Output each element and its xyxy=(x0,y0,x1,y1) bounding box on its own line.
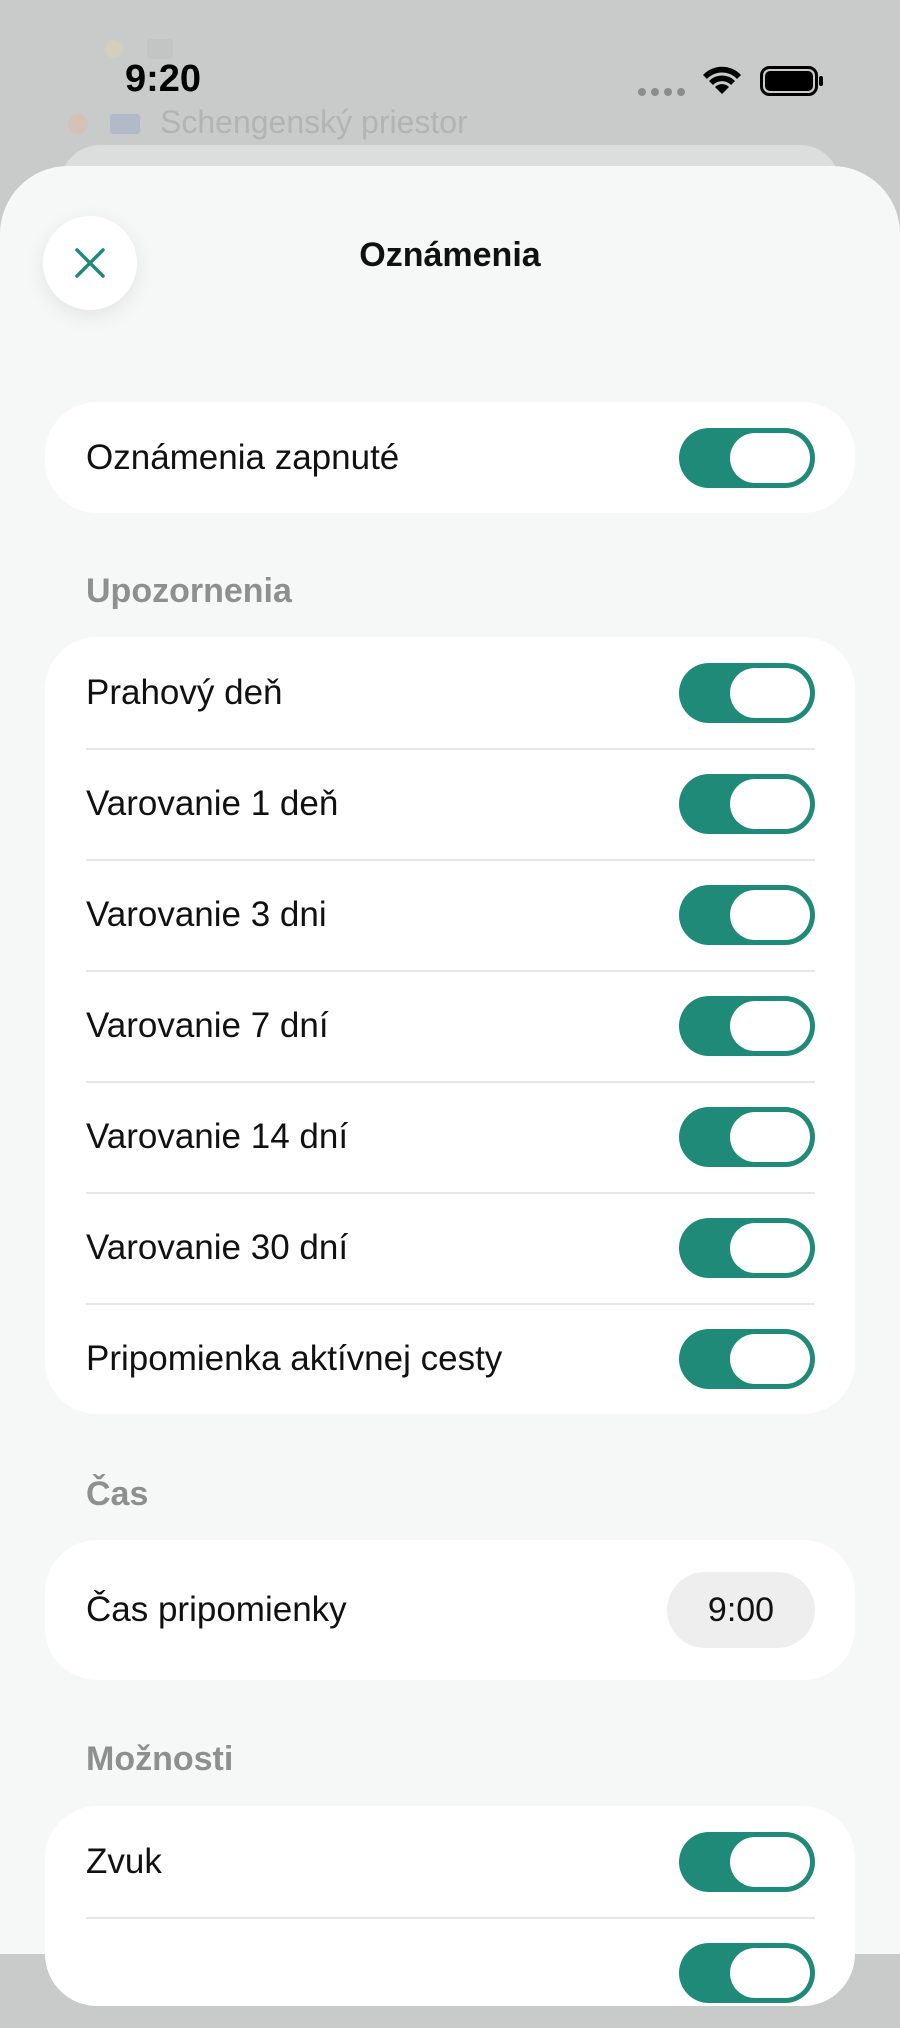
warning-30-days-toggle[interactable] xyxy=(679,1217,815,1278)
cellular-icon xyxy=(638,88,685,96)
notifications-enabled-toggle[interactable] xyxy=(679,427,815,488)
row-label: Varovanie 1 deň xyxy=(86,783,339,823)
alert-row-30-days[interactable]: Varovanie 30 dní xyxy=(45,1192,855,1303)
row-label: Varovanie 3 dni xyxy=(86,894,327,934)
reminder-time-row[interactable]: Čas pripomienky 9:00 xyxy=(45,1540,855,1680)
row-label: Čas pripomienky xyxy=(86,1590,347,1629)
reminder-time-picker[interactable]: 9:00 xyxy=(667,1572,815,1648)
notifications-enabled-row[interactable]: Oznámenia zapnuté xyxy=(45,402,855,513)
alert-row-1-day[interactable]: Varovanie 1 deň xyxy=(45,748,855,859)
status-time: 9:20 xyxy=(125,58,202,100)
threshold-day-toggle[interactable] xyxy=(679,662,815,723)
section-header-options: Možnosti xyxy=(86,1740,234,1778)
row-label: Varovanie 14 dní xyxy=(86,1116,349,1156)
alert-row-7-days[interactable]: Varovanie 7 dní xyxy=(45,970,855,1081)
alert-row-threshold-day[interactable]: Prahový deň xyxy=(45,637,855,748)
alert-row-3-days[interactable]: Varovanie 3 dni xyxy=(45,859,855,970)
section-header-alerts: Upozornenia xyxy=(86,572,292,610)
alert-row-14-days[interactable]: Varovanie 14 dní xyxy=(45,1081,855,1192)
row-label: Oznámenia zapnuté xyxy=(86,437,400,477)
options-card: Zvuk xyxy=(45,1806,855,2006)
row-label: Prahový deň xyxy=(86,672,283,712)
row-label: Varovanie 7 dní xyxy=(86,1005,329,1045)
warning-7-days-toggle[interactable] xyxy=(679,995,815,1056)
wifi-icon xyxy=(703,66,741,94)
row-label: Varovanie 30 dní xyxy=(86,1227,349,1267)
sound-toggle[interactable] xyxy=(679,1831,815,1892)
warning-1-day-toggle[interactable] xyxy=(679,773,815,834)
time-card: Čas pripomienky 9:00 xyxy=(45,1540,855,1680)
master-card: Oznámenia zapnuté xyxy=(45,402,855,513)
active-trip-reminder-toggle[interactable] xyxy=(679,1328,815,1389)
alerts-card: Prahový deň Varovanie 1 deň Varovanie 3 … xyxy=(45,637,855,1414)
status-bar: 9:20 xyxy=(0,0,900,160)
page-title: Oznámenia xyxy=(359,236,541,274)
sound-row[interactable]: Zvuk xyxy=(45,1806,855,1917)
warning-3-days-toggle[interactable] xyxy=(679,884,815,945)
row-label: Pripomienka aktívnej cesty xyxy=(86,1338,503,1378)
alert-row-active-trip[interactable]: Pripomienka aktívnej cesty xyxy=(45,1303,855,1414)
section-header-time: Čas xyxy=(86,1475,149,1513)
row-label: Zvuk xyxy=(86,1841,162,1881)
battery-icon xyxy=(760,66,823,96)
option-toggle[interactable] xyxy=(679,1942,815,2003)
warning-14-days-toggle[interactable] xyxy=(679,1106,815,1167)
notifications-sheet: Oznámenia Oznámenia zapnuté Upozornenia … xyxy=(0,166,900,2006)
options-row[interactable] xyxy=(45,1917,855,2028)
